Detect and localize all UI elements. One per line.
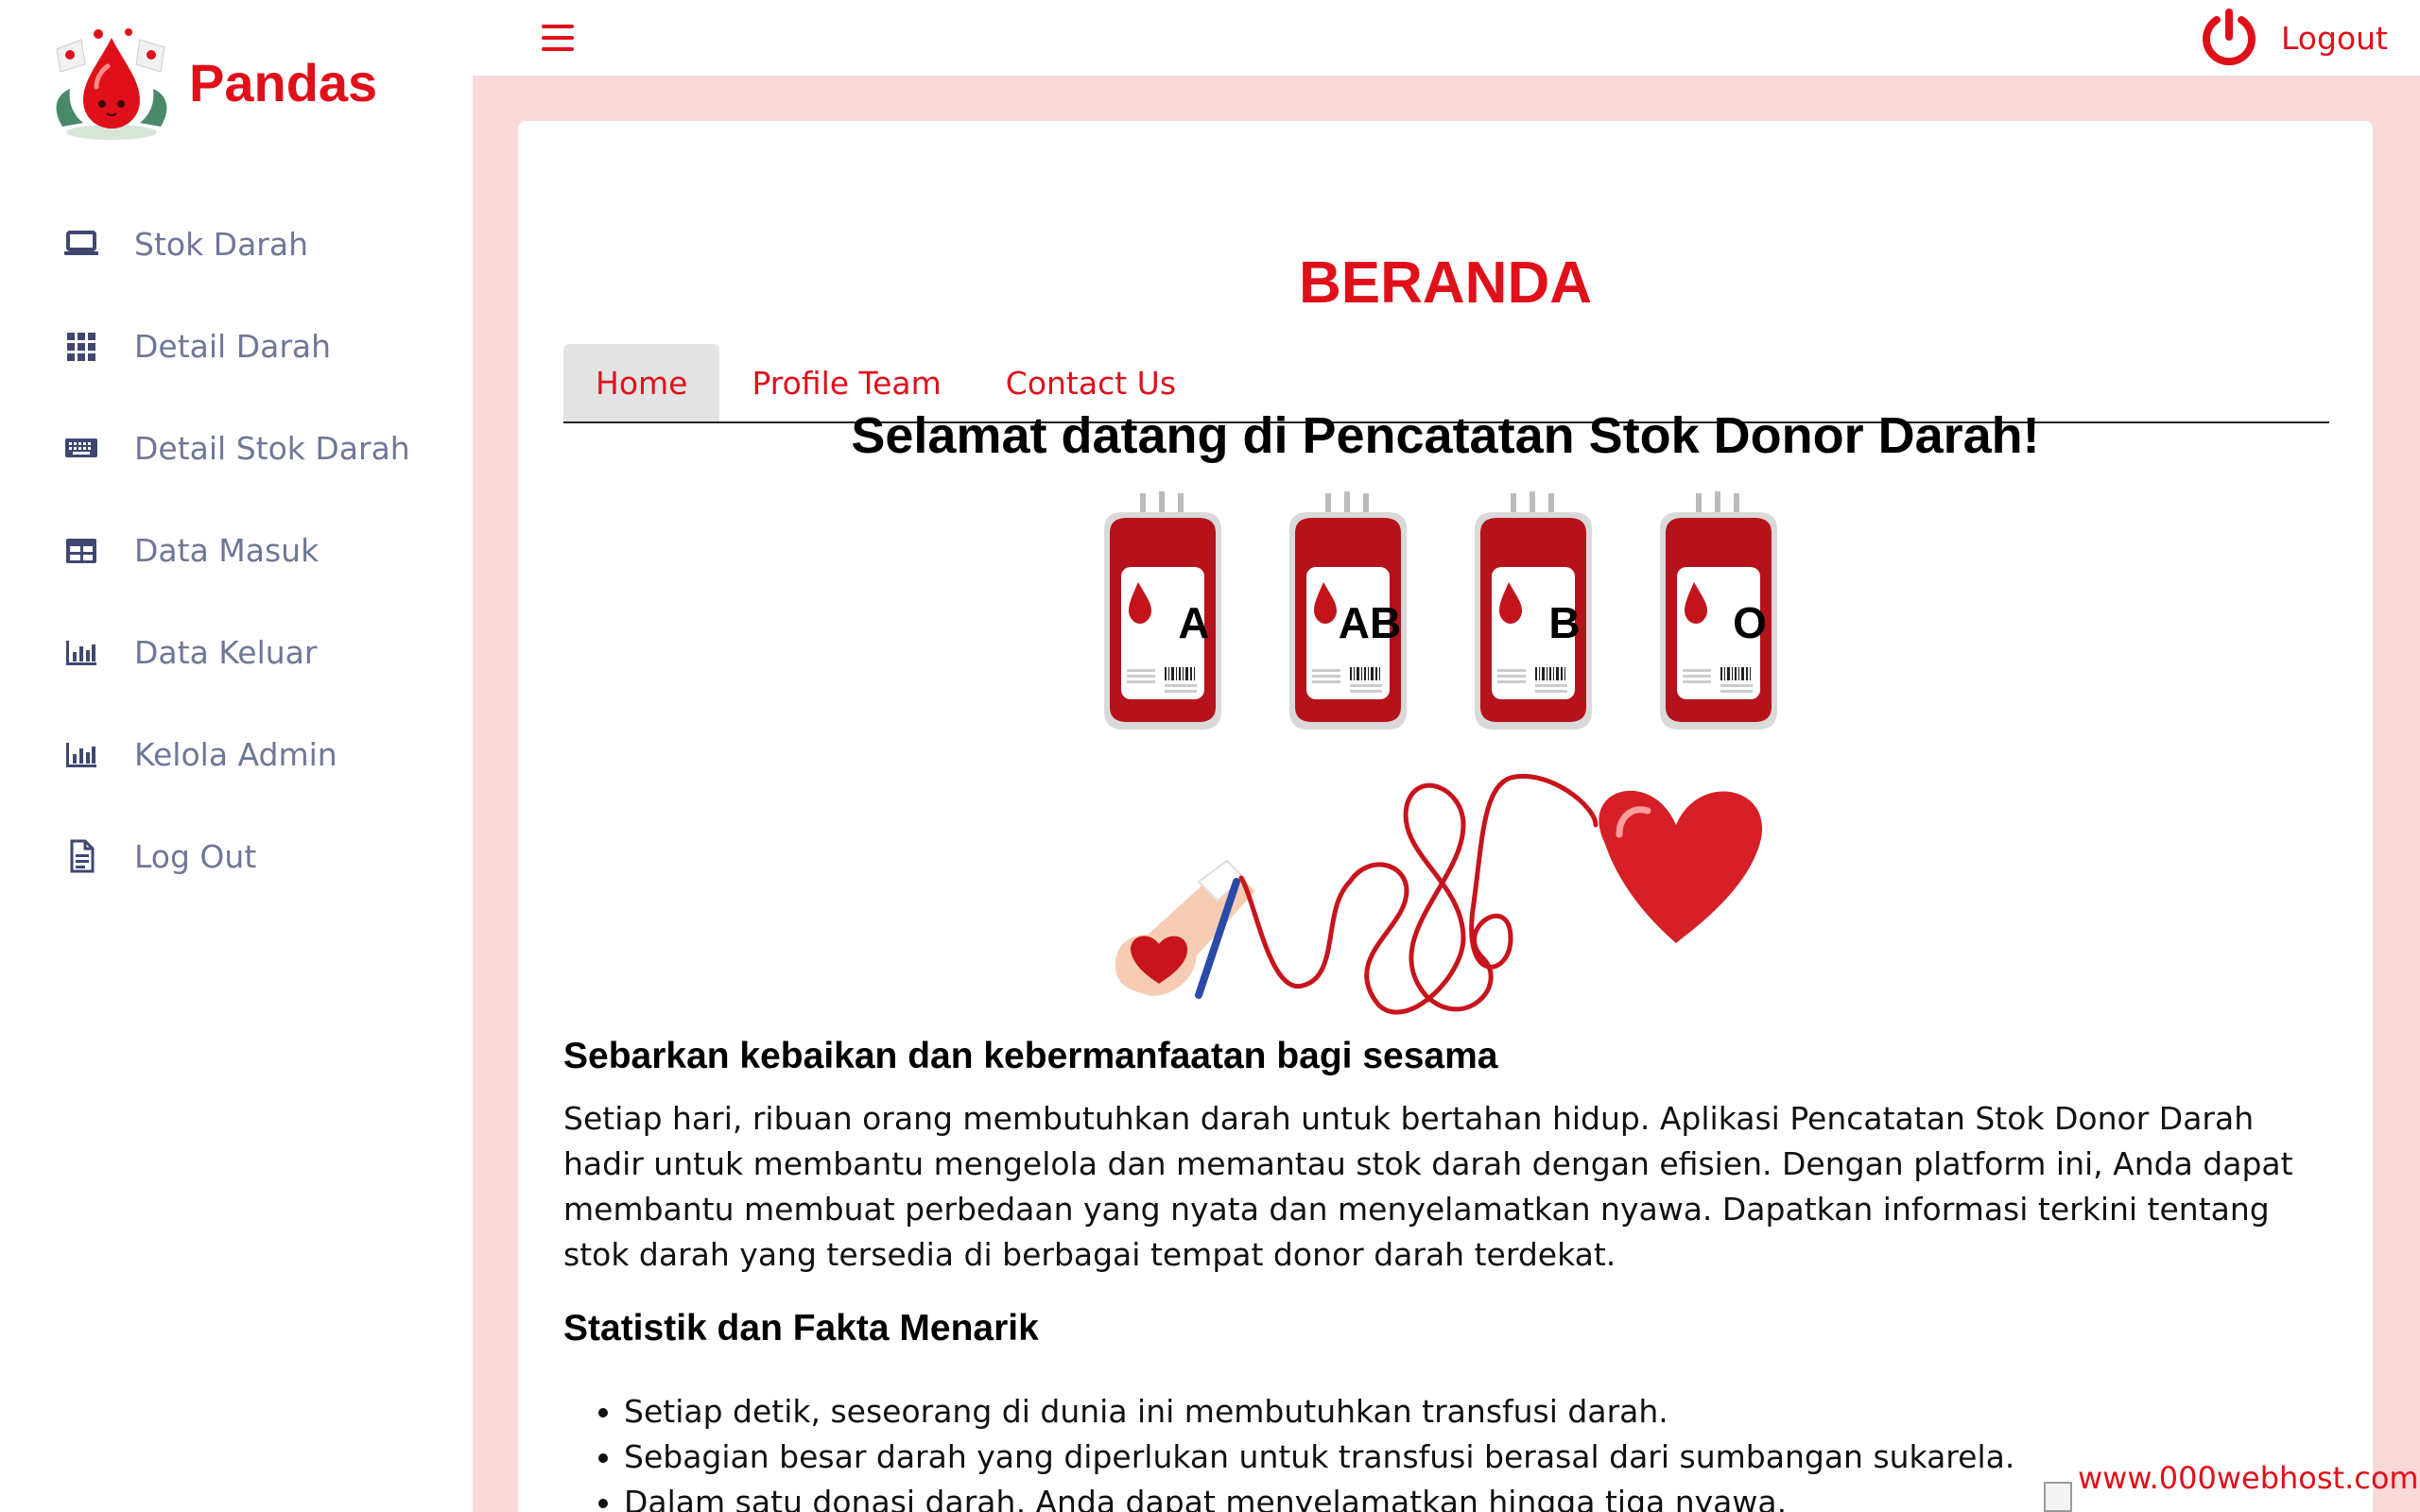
sidebar-item-stok-darah[interactable]: Stok Darah (0, 193, 473, 295)
blood-type-ab-label: AB (1339, 598, 1401, 647)
grid-icon (60, 325, 102, 367)
power-icon (2203, 9, 2256, 66)
blood-type-b-label: B (1548, 598, 1580, 647)
blood-type-a-label: A (1178, 598, 1209, 647)
section-heading-kebaikan: Sebarkan kebaikan dan kebermanfaatan bag… (563, 1036, 1498, 1076)
bar-chart-icon (60, 733, 102, 775)
sidebar-item-label: Log Out (134, 837, 257, 875)
sidebar-nav: Stok Darah Detail Darah Detail Stok Dara… (0, 193, 473, 907)
sidebar-item-kelola-admin[interactable]: Kelola Admin (0, 703, 473, 805)
document-icon (60, 835, 102, 877)
welcome-heading: Selamat datang di Pencatatan Stok Donor … (851, 407, 2040, 464)
broken-image-icon (2044, 1482, 2072, 1512)
section-paragraph: Setiap hari, ribuan orang membutuhkan da… (563, 1100, 2293, 1273)
list-item: Setiap detik, seseorang di dunia ini mem… (624, 1389, 2325, 1435)
table-icon (60, 529, 102, 571)
blood-donation-heart-illustration (1115, 774, 1763, 1015)
sidebar-item-label: Detail Darah (134, 327, 332, 365)
page-title: BERANDA (1299, 250, 1592, 316)
sidebar-item-data-keluar[interactable]: Data Keluar (0, 601, 473, 703)
blood-drop-mascot-logo (56, 28, 167, 140)
sidebar-item-log-out[interactable]: Log Out (0, 805, 473, 907)
logout-label: Logout (2281, 19, 2388, 57)
host-badge[interactable]: www.000webhost.com (2044, 1461, 2420, 1512)
logout-button[interactable]: Logout (2198, 6, 2388, 70)
sidebar-item-label: Detail Stok Darah (134, 429, 410, 467)
hamburger-icon[interactable] (539, 19, 577, 57)
sidebar-item-data-masuk[interactable]: Data Masuk (0, 499, 473, 601)
sidebar-item-label: Stok Darah (134, 225, 309, 263)
bar-chart-icon (60, 631, 102, 673)
brand[interactable]: Pandas (42, 21, 377, 144)
sidebar-item-detail-darah[interactable]: Detail Darah (0, 295, 473, 397)
sidebar-item-label: Kelola Admin (134, 735, 337, 773)
host-badge-text: www.000webhost.com (2078, 1461, 2419, 1496)
sidebar: Pandas Stok Darah Detail Darah Detail St… (0, 0, 473, 1512)
laptop-icon (60, 223, 102, 265)
blood-bags-illustration: A AB B O (1104, 491, 1777, 730)
brand-name: Pandas (189, 52, 378, 112)
blood-type-o-label: O (1733, 598, 1767, 647)
sidebar-item-label: Data Keluar (134, 633, 318, 671)
section-heading-statistik: Statistik dan Fakta Menarik (563, 1308, 1039, 1349)
sidebar-item-label: Data Masuk (134, 531, 320, 569)
keyboard-icon (60, 427, 102, 469)
topbar: Logout (473, 0, 2420, 76)
app-root: Pandas Stok Darah Detail Darah Detail St… (0, 0, 2420, 1512)
content-area: BERANDA Home Profile Team Contact Us Sel… (473, 76, 2420, 1512)
main-card: BERANDA Home Profile Team Contact Us Sel… (518, 121, 2373, 1512)
sidebar-item-detail-stok-darah[interactable]: Detail Stok Darah (0, 397, 473, 499)
